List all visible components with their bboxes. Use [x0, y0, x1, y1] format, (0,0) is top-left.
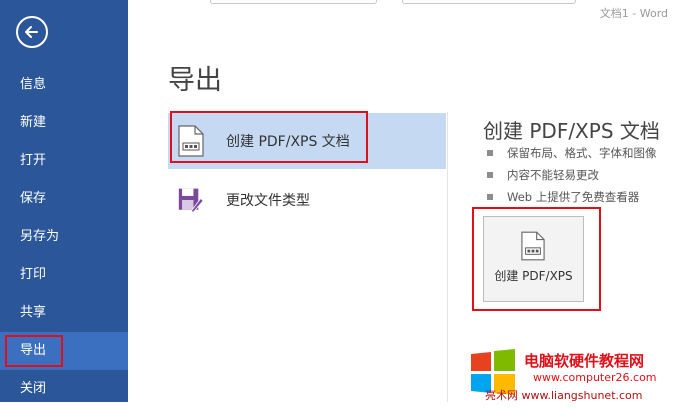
feature-list: 保留布局、格式、字体和图像 内容不能轻易更改 Web 上提供了免费查看器 [487, 142, 657, 208]
nav-item-save[interactable]: 保存 [0, 180, 128, 218]
bullet-square-icon [487, 172, 493, 178]
option-highlight-box [170, 111, 368, 163]
nav-item-print[interactable]: 打印 [0, 256, 128, 294]
option-label: 更改文件类型 [226, 193, 310, 209]
bullet-square-icon [487, 150, 493, 156]
ribbon-field-right [402, 0, 576, 4]
change-file-type-icon [178, 188, 204, 213]
nav-item-open[interactable]: 打开 [0, 142, 128, 180]
watermark-url: www.computer26.com [533, 371, 657, 384]
back-arrow-icon[interactable] [16, 16, 48, 48]
watermark-url-secondary: 亮术网 www.liangshunet.com [485, 389, 643, 402]
nav-item-new[interactable]: 新建 [0, 104, 128, 142]
page-title: 导出 [168, 65, 222, 96]
panel-divider [447, 112, 448, 402]
feature-item: Web 上提供了免费查看器 [487, 186, 657, 208]
nav-item-share[interactable]: 共享 [0, 294, 128, 332]
watermark-title: 电脑软硬件教程网 [524, 352, 645, 370]
detail-title: 创建 PDF/XPS 文档 [483, 119, 660, 143]
button-highlight-box [472, 207, 601, 311]
feature-item: 保留布局、格式、字体和图像 [487, 142, 657, 164]
ribbon-field-left [210, 0, 377, 4]
backstage-sidebar: 信息 新建 打开 保存 另存为 打印 共享 导出 关闭 [0, 0, 128, 402]
window-title: 文档1 - Word [599, 7, 668, 20]
nav-item-save-as[interactable]: 另存为 [0, 218, 128, 256]
bullet-square-icon [487, 194, 493, 200]
nav-item-close[interactable]: 关闭 [0, 370, 128, 408]
feature-item: 内容不能轻易更改 [487, 164, 657, 186]
export-highlight-box [5, 335, 63, 367]
option-change-file-type[interactable]: 更改文件类型 [168, 172, 446, 228]
nav-item-info[interactable]: 信息 [0, 66, 128, 104]
